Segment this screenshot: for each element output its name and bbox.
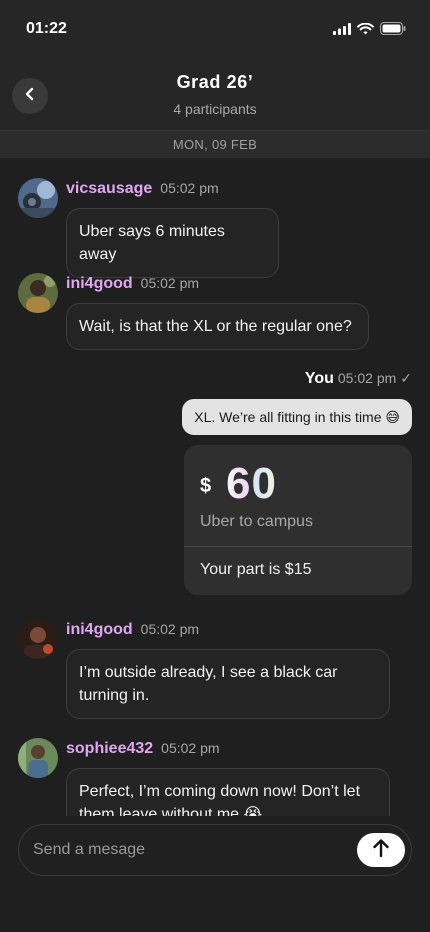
cellular-signal-icon: [333, 22, 351, 40]
sender-name[interactable]: vicsausage: [66, 180, 152, 198]
message-bubble[interactable]: Uber says 6 minutes away: [66, 208, 279, 278]
message-time: 05:02 pm: [160, 180, 219, 196]
message-meta: ini4good 05:02 pm: [66, 621, 199, 639]
message-bubble[interactable]: I’m outside already, I see a black car t…: [66, 649, 390, 719]
date-separator: MON, 09 FEB: [0, 130, 430, 158]
message-time: 05:02 pm: [140, 621, 200, 637]
message-list[interactable]: vicsausage 05:02 pm Uber says 6 minutes …: [0, 158, 430, 816]
sender-name[interactable]: ini4good: [66, 275, 133, 293]
avatar[interactable]: [18, 273, 58, 313]
chat-title: Grad 26’: [176, 72, 254, 92]
check-icon: ✓: [400, 370, 412, 386]
message-bubble[interactable]: Wait, is that the XL or the regular one?: [66, 303, 369, 350]
message-meta: sophiee432 05:02 pm: [66, 740, 220, 758]
sender-name[interactable]: ini4good: [66, 621, 133, 639]
message-time: 05:02 pm: [140, 275, 200, 291]
divider: [184, 546, 412, 547]
message-bubble[interactable]: Perfect, I’m coming down now! Don’t let …: [66, 768, 390, 816]
sender-name-you: You: [304, 370, 334, 387]
send-button[interactable]: [357, 833, 405, 867]
payment-currency: $: [200, 475, 212, 497]
message-time: 05:02 pm: [161, 740, 220, 756]
outgoing-message-bubble[interactable]: XL. We’re all fitting in this time 😅: [182, 399, 412, 435]
payment-description: Uber to campus: [200, 513, 313, 530]
avatar[interactable]: [18, 619, 58, 659]
status-time: 01:22: [26, 20, 67, 37]
battery-icon: [380, 22, 406, 40]
payment-amount: 60: [226, 459, 277, 508]
message-meta: ini4good 05:02 pm: [66, 275, 199, 293]
status-bar: 01:22: [0, 0, 430, 56]
bottom-safe-area: [0, 880, 430, 932]
sender-name[interactable]: sophiee432: [66, 740, 153, 758]
payment-card[interactable]: $ 60 Uber to campus Your part is $15: [184, 445, 412, 595]
message-time: 05:02 pm: [337, 370, 397, 386]
message-input[interactable]: [33, 833, 343, 867]
message-meta: vicsausage 05:02 pm: [66, 180, 219, 198]
wifi-icon: [357, 22, 374, 40]
message-composer: [18, 824, 412, 876]
chat-header: Grad 26’ 4 participants: [0, 56, 430, 130]
status-icons: [333, 22, 406, 40]
payment-your-part[interactable]: Your part is $15: [200, 561, 311, 579]
avatar[interactable]: [18, 178, 58, 218]
arrow-up-icon: [372, 838, 390, 863]
message-meta-outgoing: You 05:02 pm ✓: [305, 370, 412, 388]
participants-count[interactable]: 4 participants: [0, 101, 430, 117]
avatar[interactable]: [18, 738, 58, 778]
